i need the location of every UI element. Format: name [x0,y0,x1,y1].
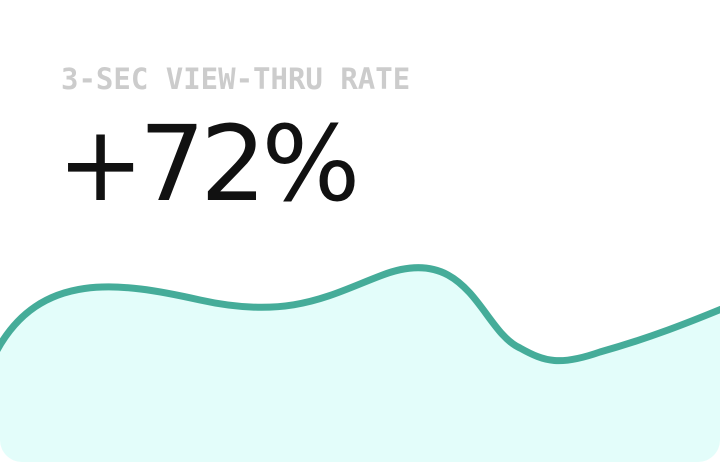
metric-card: 3-SEC VIEW-THRU RATE +72% [0,0,720,462]
trend-sparkline [0,264,720,462]
trend-area [0,267,720,462]
